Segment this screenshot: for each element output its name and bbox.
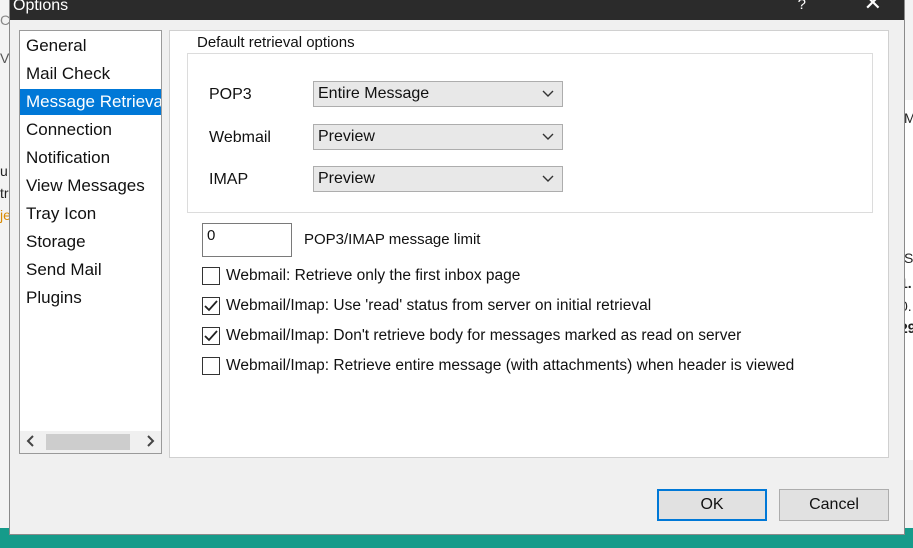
checkbox-use-read-status[interactable] [202,297,220,315]
nav-item-plugins[interactable]: Plugins [20,285,161,311]
ok-button[interactable]: OK [657,489,767,521]
checkbox-label: Webmail/Imap: Use 'read' status from ser… [226,297,652,314]
nav-item-general[interactable]: General [20,33,161,59]
checkbox-first-inbox-page[interactable] [202,267,220,285]
background-text-fragment: u [0,163,8,179]
pop3-select-value: Entire Message [318,85,430,102]
chevron-down-icon [542,84,554,105]
imap-label: IMAP [209,171,249,188]
pop3-select[interactable]: Entire Message [313,81,563,107]
imap-select[interactable]: Preview [313,166,563,192]
nav-item-send-mail[interactable]: Send Mail [20,257,161,283]
checkbox-skip-read-body[interactable] [202,327,220,345]
pop3-label: POP3 [209,86,252,103]
nav-item-tray-icon[interactable]: Tray Icon [20,201,161,227]
checkbox-entire-message-on-view[interactable] [202,357,220,375]
cancel-button[interactable]: Cancel [779,489,889,521]
retrieval-options-group: POP3 Entire Message Webmail Preview IMAP… [187,53,873,213]
checkbox-label: Webmail/Imap: Don't retrieve body for me… [226,327,742,344]
nav-item-notification[interactable]: Notification [20,145,161,171]
chevron-down-icon [542,127,554,148]
horizontal-scrollbar[interactable] [20,431,161,453]
nav-item-connection[interactable]: Connection [20,117,161,143]
nav-item-message-retrieval[interactable]: Message Retrieval [20,89,161,115]
window-title: Options [13,0,69,14]
options-dialog: Options ? ✕ General Mail Check Message R… [9,0,905,535]
webmail-select-value: Preview [318,128,375,145]
background-text-fragment: tr [0,185,9,201]
chevron-left-icon[interactable] [20,431,42,453]
close-button[interactable]: ✕ [864,0,882,15]
message-limit-label: POP3/IMAP message limit [304,231,481,248]
title-bar[interactable]: Options ? ✕ [10,0,904,20]
category-list[interactable]: General Mail Check Message Retrieval Con… [19,30,162,454]
checkbox-label: Webmail: Retrieve only the first inbox p… [226,267,521,284]
webmail-label: Webmail [209,129,271,146]
checkmark-icon [204,330,218,342]
background-text-fragment: M [904,110,913,126]
chevron-down-icon [542,169,554,190]
background-text-fragment: V [0,50,10,66]
checkmark-icon [204,300,218,312]
group-title: Default retrieval options [194,34,358,51]
message-limit-input[interactable]: 0 [202,223,292,257]
webmail-select[interactable]: Preview [313,124,563,150]
nav-item-mail-check[interactable]: Mail Check [20,61,161,87]
help-button[interactable]: ? [798,0,806,13]
imap-select-value: Preview [318,170,375,187]
settings-panel: POP3 Entire Message Webmail Preview IMAP… [169,30,889,458]
checkbox-label: Webmail/Imap: Retrieve entire message (w… [226,357,795,374]
scrollbar-thumb[interactable] [46,434,130,450]
nav-item-view-messages[interactable]: View Messages [20,173,161,199]
nav-item-storage[interactable]: Storage [20,229,161,255]
background-text-fragment: S [904,250,913,266]
chevron-right-icon[interactable] [139,431,161,453]
